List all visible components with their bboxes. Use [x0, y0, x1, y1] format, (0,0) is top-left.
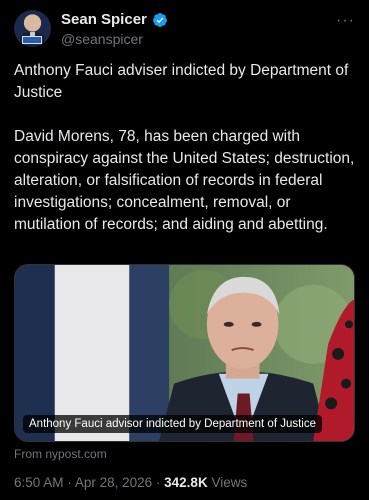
meta-separator-2: ·: [155, 475, 161, 490]
avatar-sign: [22, 36, 42, 44]
tweet-text: Anthony Fauci adviser indicted by Depart…: [14, 60, 359, 258]
more-horizontal-icon[interactable]: ···: [336, 12, 355, 30]
avatar[interactable]: [14, 10, 51, 47]
tweet-body: David Morens, 78, has been charged with …: [14, 128, 355, 233]
author-display-name[interactable]: Sean Spicer: [61, 11, 147, 28]
views-label: Views: [211, 475, 248, 490]
tweet-meta: 6:50 AM · Apr 28, 2026 · 342.8K Views: [14, 475, 247, 490]
tweet-header: Sean Spicer @seanspicer ···: [14, 10, 355, 50]
meta-separator: ·: [67, 475, 72, 490]
name-row: Sean Spicer: [61, 11, 168, 28]
tweet-media-image[interactable]: Anthony Fauci advisor indicted by Depart…: [14, 264, 355, 442]
author-handle[interactable]: @seanspicer: [61, 31, 143, 47]
views-count[interactable]: 342.8K: [164, 475, 208, 490]
tweet-headline: Anthony Fauci adviser indicted by Depart…: [14, 62, 349, 101]
tweet-time[interactable]: 6:50 AM: [14, 475, 64, 490]
verified-badge-icon: [152, 12, 167, 27]
link-source[interactable]: From nypost.com: [14, 447, 107, 461]
tweet-date[interactable]: Apr 28, 2026: [75, 475, 152, 490]
media-caption: Anthony Fauci advisor indicted by Depart…: [23, 415, 323, 433]
